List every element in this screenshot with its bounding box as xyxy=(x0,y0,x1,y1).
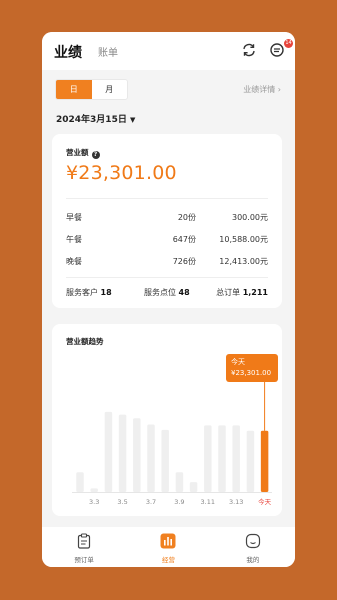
tooltip-label: 今天 xyxy=(231,357,245,366)
chart-bar-3.14[interactable] xyxy=(246,430,255,492)
app-screen: 业绩 账单 14 日 月 业绩详情 › 2024年3月15日 ▼ 营业额 ? ¥… xyxy=(42,32,295,567)
served-customers-stat: 服务客户 18 xyxy=(66,287,112,298)
stat-value: 18 xyxy=(100,288,112,297)
notification-badge: 14 xyxy=(284,39,293,48)
divider xyxy=(66,198,268,199)
x-tick-label: 3.7 xyxy=(146,498,156,506)
revenue-card: 营业额? ¥23,301.00 早餐 20份 300.00元 午餐 647份 1… xyxy=(52,134,282,308)
date-label: 2024年3月15日 xyxy=(56,115,127,125)
chart-bar-3.11[interactable] xyxy=(204,425,212,492)
total-orders-stat: 总订单 1,211 xyxy=(216,287,268,298)
x-tick-label: 3.5 xyxy=(117,498,127,506)
date-selector[interactable]: 2024年3月15日 ▼ xyxy=(56,112,135,125)
stat-label: 服务客户 xyxy=(66,288,98,297)
stat-value: 48 xyxy=(178,288,190,297)
chart-bar-3.4[interactable] xyxy=(104,411,113,492)
chart-bar-3.8[interactable] xyxy=(161,429,169,492)
chart-bar-3.10[interactable] xyxy=(189,482,198,492)
x-tick-label: 3.9 xyxy=(174,498,184,506)
stat-label: 总订单 xyxy=(216,288,241,297)
revenue-trend-card: 营业额趋势 3.3 3.5 3.7 3.9 3.11 3.13 今天 今天 ¥23,301.00 xyxy=(52,324,282,516)
period-day-option[interactable]: 日 xyxy=(56,80,92,99)
meal-row-breakfast: 早餐 20份 300.00元 xyxy=(66,212,268,226)
chart-bar-3.7[interactable] xyxy=(147,424,155,493)
revenue-amount: ¥23,301.00 xyxy=(66,162,177,184)
refresh-icon[interactable] xyxy=(241,42,257,58)
tooltip-value: ¥23,301.00 xyxy=(231,369,271,377)
tab-bills[interactable]: 账单 xyxy=(98,44,118,59)
x-tick-label: 3.13 xyxy=(229,498,243,506)
period-toggle: 日 月 xyxy=(55,79,128,100)
period-month-option[interactable]: 月 xyxy=(92,80,128,99)
chart-bar-今天[interactable] xyxy=(260,430,269,492)
revenue-title: 营业额 xyxy=(66,148,89,157)
bottom-nav: 预订单 经营 我的 xyxy=(42,527,295,567)
chart-bar-3.3[interactable] xyxy=(90,488,98,492)
top-header: 业绩 账单 14 xyxy=(42,32,295,70)
message-icon[interactable] xyxy=(269,42,285,58)
chart-bar-3.13[interactable] xyxy=(232,425,240,492)
nav-label: 预订单 xyxy=(74,556,94,564)
user-face-icon xyxy=(245,533,260,549)
nav-label: 经营 xyxy=(161,556,175,564)
stat-label: 服务点位 xyxy=(144,288,176,297)
x-tick-label: 今天 xyxy=(258,497,272,506)
chart-bar-3.9[interactable] xyxy=(175,472,184,492)
meal-count: 20份 xyxy=(177,213,196,222)
nav-business[interactable]: 经营 xyxy=(126,527,210,567)
caret-down-icon: ▼ xyxy=(129,116,136,124)
meal-name: 早餐 xyxy=(66,213,82,222)
meal-amount: 10,588.00元 xyxy=(219,235,268,244)
clipboard-icon xyxy=(78,533,91,549)
trend-chart[interactable]: 3.3 3.5 3.7 3.9 3.11 3.13 今天今天¥23,301.00 xyxy=(52,324,282,516)
x-tick-label: 3.3 xyxy=(89,498,99,506)
meal-count: 647份 xyxy=(172,235,196,244)
meal-amount: 12,413.00元 xyxy=(219,257,268,266)
bar-chart-icon xyxy=(160,533,176,549)
nav-profile[interactable]: 我的 xyxy=(211,527,295,567)
meal-row-lunch: 午餐 647份 10,588.00元 xyxy=(66,234,268,248)
help-icon[interactable]: ? xyxy=(91,151,100,159)
chart-bar-3.2[interactable] xyxy=(76,472,84,492)
meal-name: 午餐 xyxy=(66,235,82,244)
service-points-stat: 服务点位 48 xyxy=(144,287,190,298)
meal-row-dinner: 晚餐 726份 12,413.00元 xyxy=(66,256,268,270)
meal-count: 726份 xyxy=(172,257,196,266)
tab-performance[interactable]: 业绩 xyxy=(54,42,82,62)
divider xyxy=(66,277,268,278)
chart-bar-3.12[interactable] xyxy=(218,425,226,492)
nav-label: 我的 xyxy=(246,556,260,564)
chart-bar-3.5[interactable] xyxy=(118,414,127,492)
meal-name: 晚餐 xyxy=(66,257,82,266)
stat-value: 1,211 xyxy=(242,288,268,297)
meal-amount: 300.00元 xyxy=(232,213,268,222)
revenue-title-row: 营业额? xyxy=(66,147,100,159)
x-tick-label: 3.11 xyxy=(201,498,215,506)
performance-detail-link[interactable]: 业绩详情 › xyxy=(243,84,281,95)
chart-bar-3.6[interactable] xyxy=(133,418,141,492)
nav-orders[interactable]: 预订单 xyxy=(42,527,126,567)
